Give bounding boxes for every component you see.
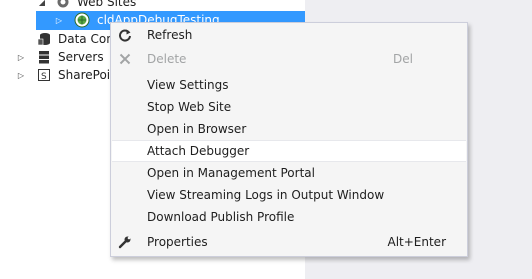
svg-text:S: S bbox=[41, 72, 47, 82]
menu-item-label: Open in Browser bbox=[147, 122, 247, 136]
menu-item-refresh[interactable]: Refresh bbox=[112, 24, 466, 46]
expand-arrow-icon[interactable]: ▷ bbox=[16, 66, 26, 85]
website-globe-icon bbox=[74, 12, 90, 28]
expand-arrow-icon[interactable]: ▷ bbox=[16, 48, 26, 67]
refresh-icon bbox=[119, 29, 131, 42]
menu-item-label: Refresh bbox=[147, 28, 193, 42]
menu-item-label: View Streaming Logs in Output Window bbox=[147, 188, 385, 202]
menu-item-view-streaming-logs[interactable]: View Streaming Logs in Output Window bbox=[112, 184, 466, 206]
menu-item-view-settings[interactable]: View Settings bbox=[112, 74, 466, 96]
sharepoint-icon: S bbox=[38, 69, 50, 82]
menu-item-open-in-browser[interactable]: Open in Browser bbox=[112, 118, 466, 140]
menu-item-stop-web-site[interactable]: Stop Web Site bbox=[112, 96, 466, 118]
menu-item-label: Delete bbox=[147, 52, 187, 66]
context-menu: Refresh Delete Del View Settings Stop We… bbox=[110, 22, 468, 257]
menu-item-label: Attach Debugger bbox=[147, 144, 250, 158]
menu-item-shortcut: Del bbox=[393, 52, 413, 66]
wrench-icon bbox=[118, 236, 131, 249]
menu-item-label: Properties bbox=[147, 235, 208, 249]
web-sites-icon bbox=[57, 0, 69, 8]
menu-item-attach-debugger[interactable]: Attach Debugger bbox=[112, 140, 466, 162]
server-icon bbox=[39, 51, 49, 64]
menu-item-label: Download Publish Profile bbox=[147, 210, 295, 224]
menu-item-label: Stop Web Site bbox=[147, 100, 232, 114]
tree-node-label: Servers bbox=[58, 50, 104, 64]
menu-item-shortcut: Alt+Enter bbox=[387, 235, 446, 249]
menu-item-delete[interactable]: Delete Del bbox=[112, 48, 466, 70]
menu-item-label: Open in Management Portal bbox=[147, 166, 315, 180]
menu-item-download-publish-profile[interactable]: Download Publish Profile bbox=[112, 206, 466, 228]
database-icon bbox=[37, 33, 50, 46]
menu-item-label: View Settings bbox=[147, 78, 229, 92]
delete-icon bbox=[119, 53, 131, 65]
expand-arrow-icon[interactable]: ▷ bbox=[54, 11, 64, 30]
menu-item-properties[interactable]: Properties Alt+Enter bbox=[112, 231, 466, 253]
menu-item-open-in-management-portal[interactable]: Open in Management Portal bbox=[112, 162, 466, 184]
